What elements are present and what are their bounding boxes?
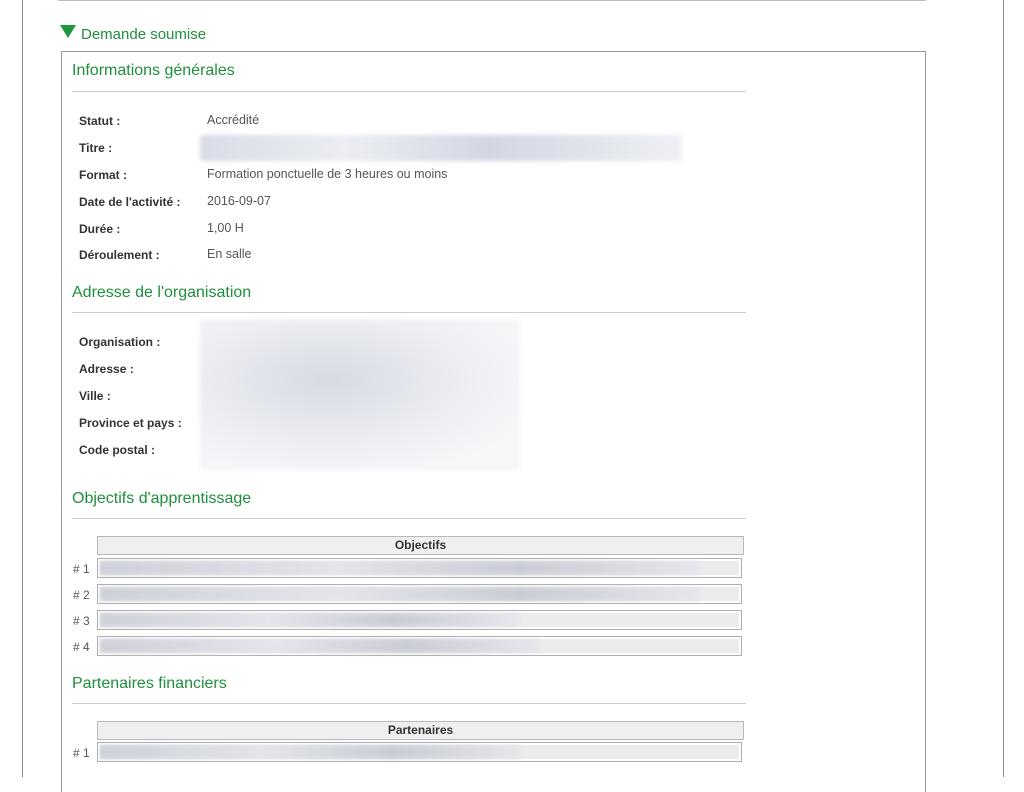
section-title: Demande soumise	[81, 26, 207, 43]
partners-title: Partenaires financiers	[72, 675, 227, 692]
objective-row-number: # 1	[73, 562, 90, 576]
duration-label: Durée :	[79, 222, 121, 236]
partners-table-header: Partenaires	[97, 721, 744, 740]
objectives-rule	[72, 518, 746, 519]
delivery-value: En salle	[207, 247, 252, 261]
redacted-text	[100, 613, 520, 627]
objective-field-4[interactable]	[97, 636, 742, 656]
redacted-text	[100, 639, 540, 653]
objective-row-number: # 4	[73, 640, 90, 654]
top-divider	[58, 0, 926, 1]
general-info-title: Informations générales	[72, 62, 235, 79]
format-label: Format :	[79, 168, 127, 182]
province-country-label: Province et pays :	[79, 416, 182, 430]
format-value: Formation ponctuelle de 3 heures ou moin…	[207, 167, 448, 181]
partners-rule	[72, 703, 746, 704]
title-label: Titre :	[79, 141, 113, 155]
expand-triangle-icon	[60, 25, 76, 38]
redacted-text	[100, 587, 700, 601]
organisation-label: Organisation :	[79, 335, 161, 349]
redacted-text	[100, 745, 520, 759]
partner-field-1[interactable]	[97, 742, 742, 762]
address-rule	[72, 312, 746, 313]
activity-date-label: Date de l'activité :	[79, 195, 181, 209]
objective-row-number: # 3	[73, 614, 90, 628]
status-label: Statut :	[79, 114, 121, 128]
page-border-left	[22, 0, 23, 777]
objective-field-1[interactable]	[97, 558, 742, 578]
objective-field-2[interactable]	[97, 584, 742, 604]
redacted-text	[100, 561, 700, 575]
city-label: Ville :	[79, 389, 111, 403]
objective-row-number: # 2	[73, 588, 90, 602]
duration-value: 1,00 H	[207, 221, 244, 235]
delivery-label: Déroulement :	[79, 248, 160, 262]
partner-row-number: # 1	[73, 746, 90, 760]
general-info-rule	[72, 91, 746, 92]
request-panel: Informations générales Statut : Accrédit…	[61, 51, 926, 792]
postal-code-label: Code postal :	[79, 443, 156, 457]
objectives-title: Objectifs d'apprentissage	[72, 490, 252, 507]
address-values-redacted	[200, 320, 520, 470]
objective-field-3[interactable]	[97, 610, 742, 630]
activity-date-value: 2016-09-07	[207, 194, 271, 208]
title-value-redacted	[200, 135, 682, 161]
demande-soumise-toggle[interactable]: Demande soumise	[60, 22, 206, 43]
page-border-right	[1003, 0, 1004, 777]
status-value: Accrédité	[207, 113, 260, 127]
objectives-table-header: Objectifs	[97, 536, 744, 555]
address-label: Adresse :	[79, 362, 134, 376]
address-title: Adresse de l'organisation	[72, 284, 252, 301]
